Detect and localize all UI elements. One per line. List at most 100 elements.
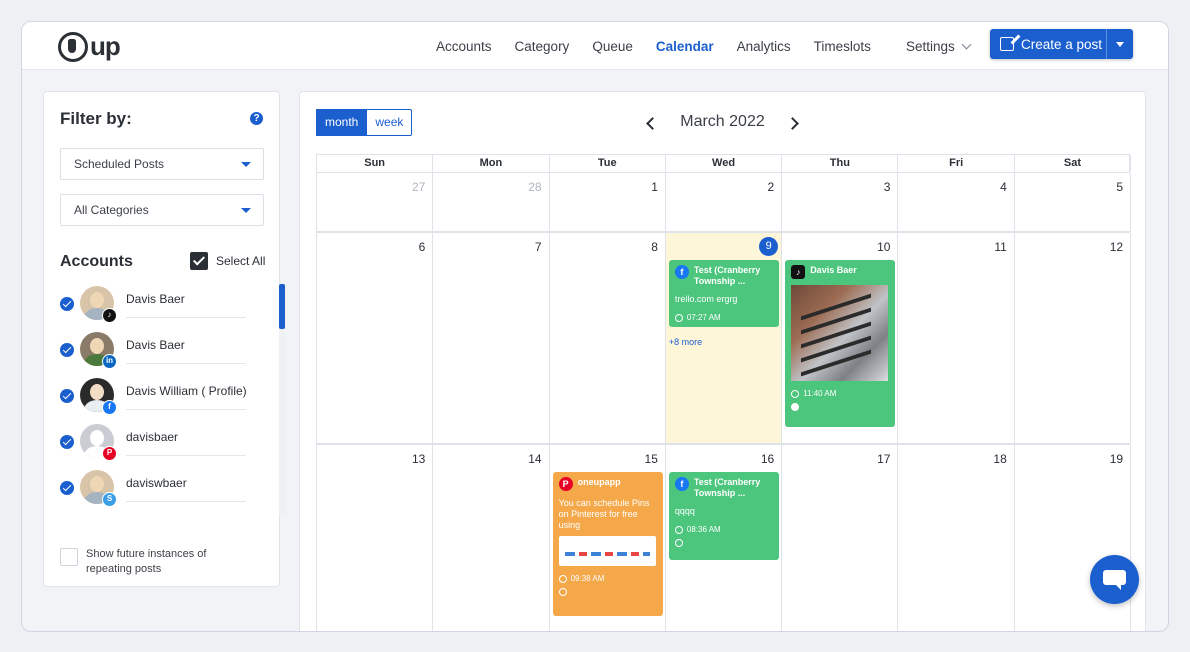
weekday-label: Sat xyxy=(1015,155,1132,172)
day-cell[interactable]: 3 xyxy=(782,173,899,232)
app-window: up Accounts Category Queue Calendar Anal… xyxy=(21,21,1169,632)
day-cell[interactable]: 10 ♪ Davis Baer 11:40 AM xyxy=(782,233,899,444)
account-list: ♪ Davis Baer in Davis Baer f Davis Willi… xyxy=(58,284,258,514)
category-select[interactable]: All Categories xyxy=(60,194,264,226)
post-account: Davis Baer xyxy=(810,265,857,275)
checkbox-empty-icon[interactable] xyxy=(60,548,78,566)
day-cell[interactable]: 1 xyxy=(549,173,666,232)
check-icon[interactable] xyxy=(60,481,74,495)
weekday-label: Wed xyxy=(666,155,783,172)
day-cell[interactable]: 2 xyxy=(665,173,783,232)
day-cell-today[interactable]: 9 f Test (Cranberry Township ... trello.c… xyxy=(665,233,783,444)
scrollbar-thumb[interactable] xyxy=(279,284,285,329)
future-instances-label: Show future instances of repeating posts xyxy=(86,548,207,575)
day-number: 15 xyxy=(644,452,658,466)
day-cell[interactable]: 27 xyxy=(317,173,434,232)
chat-bubble-icon[interactable] xyxy=(1090,555,1139,604)
clock-icon xyxy=(674,525,683,534)
post-account: Test (Cranberry Township ... xyxy=(693,265,761,286)
calendar-week: 6 7 8 9 f Test (Cranberry Township ... tr… xyxy=(316,232,1132,444)
day-cell[interactable]: 8 xyxy=(549,233,666,444)
create-post-dropdown[interactable] xyxy=(1107,41,1133,47)
checkbox-checked-icon xyxy=(190,252,208,270)
day-cell[interactable]: 11 xyxy=(898,233,1015,444)
day-cell[interactable]: 12 xyxy=(1014,233,1132,444)
nav-analytics[interactable]: Analytics xyxy=(737,39,791,54)
tiktok-icon: ♪ xyxy=(791,265,806,279)
social-network-icon: S xyxy=(102,492,117,507)
nav-timeslots[interactable]: Timeslots xyxy=(814,39,871,54)
day-cell[interactable]: 18 xyxy=(898,445,1015,631)
nav-queue[interactable]: Queue xyxy=(592,39,633,54)
post-text: qqqq xyxy=(674,506,695,516)
day-number: 8 xyxy=(651,240,658,254)
logo-icon xyxy=(58,31,88,62)
account-item[interactable]: in Davis Baer xyxy=(58,330,258,376)
clock-icon xyxy=(558,574,567,583)
month-title: March 2022 xyxy=(680,113,765,130)
post-time: 09:38 AM xyxy=(570,574,605,583)
scheduled-post-card[interactable]: f Test (Cranberry Township ... qqqq 08:36… xyxy=(668,472,779,560)
scheduled-post-card[interactable]: f Test (Cranberry Township ... trello.com… xyxy=(668,260,779,327)
repeat-icon xyxy=(558,588,567,596)
account-name: Davis Baer xyxy=(126,292,185,306)
post-image xyxy=(558,536,656,566)
check-icon[interactable] xyxy=(60,389,74,403)
nav-category[interactable]: Category xyxy=(515,39,570,54)
account-item[interactable]: S daviswbaer xyxy=(58,468,258,514)
brand-logo[interactable]: up xyxy=(58,31,121,62)
select-all-checkbox[interactable]: Select All xyxy=(190,252,265,270)
day-cell[interactable]: 17 xyxy=(782,445,899,631)
day-cell[interactable]: 13 xyxy=(317,445,434,631)
post-text: You can schedule Pins on Pinterest for f… xyxy=(558,498,650,530)
day-cell[interactable]: 28 xyxy=(433,173,550,232)
caret-down-icon xyxy=(1116,41,1124,47)
divider xyxy=(126,455,246,456)
post-type-value: Scheduled Posts xyxy=(74,157,165,171)
account-item[interactable]: ♪ Davis Baer xyxy=(58,284,258,330)
scheduled-post-card[interactable]: ♪ Davis Baer 11:40 AM xyxy=(785,260,896,427)
day-cell[interactable]: 4 xyxy=(898,173,1015,232)
weekday-label: Sun xyxy=(317,155,434,172)
day-number: 17 xyxy=(877,452,891,466)
account-item[interactable]: f Davis William ( Profile) xyxy=(58,376,258,422)
post-text: trello.com ergrg xyxy=(674,294,738,304)
check-icon[interactable] xyxy=(60,343,74,357)
more-posts-link[interactable]: +8 more xyxy=(669,337,702,347)
clock-icon xyxy=(791,389,800,398)
edit-icon xyxy=(1000,37,1014,51)
divider xyxy=(126,317,246,318)
day-cell[interactable]: 7 xyxy=(433,233,550,444)
day-number: 3 xyxy=(883,180,891,194)
account-name: daviswbaer xyxy=(126,476,187,490)
video-icon xyxy=(791,403,800,411)
clock-icon xyxy=(674,313,683,322)
check-icon[interactable] xyxy=(60,297,74,311)
post-type-select[interactable]: Scheduled Posts xyxy=(60,148,264,180)
check-icon[interactable] xyxy=(60,435,74,449)
nav-accounts[interactable]: Accounts xyxy=(436,39,492,54)
nav-settings[interactable]: Settings xyxy=(906,39,972,54)
day-cell[interactable]: 15 Poneupapp You can schedule Pins on Pi… xyxy=(550,445,666,631)
pinterest-icon: P xyxy=(102,446,117,461)
main-nav: Accounts Category Queue Calendar Analyti… xyxy=(436,22,993,70)
day-number: 27 xyxy=(411,180,426,194)
day-number: 28 xyxy=(528,180,542,194)
day-number: 2 xyxy=(767,180,775,194)
account-item[interactable]: P davisbaer xyxy=(58,422,258,468)
nav-calendar[interactable]: Calendar xyxy=(656,39,714,54)
day-cell[interactable]: 6 xyxy=(317,233,434,444)
day-cell[interactable]: 14 xyxy=(433,445,550,631)
scheduled-post-card[interactable]: Poneupapp You can schedule Pins on Pinte… xyxy=(552,472,663,616)
day-cell[interactable]: 16 f Test (Cranberry Township ... qqqq 08… xyxy=(666,445,783,631)
help-icon[interactable]: ? xyxy=(250,112,263,125)
chevron-down-icon xyxy=(961,39,972,49)
post-account: oneupapp xyxy=(577,477,621,487)
create-post-main[interactable]: Create a post xyxy=(990,29,1107,59)
day-number: 19 xyxy=(1109,452,1124,466)
create-post-button[interactable]: Create a post xyxy=(990,29,1133,59)
day-number: 12 xyxy=(1109,240,1124,254)
future-instances-option[interactable]: Show future instances of repeating posts xyxy=(60,547,226,577)
day-cell[interactable]: 5 xyxy=(1014,173,1132,232)
day-number: 7 xyxy=(534,240,542,254)
